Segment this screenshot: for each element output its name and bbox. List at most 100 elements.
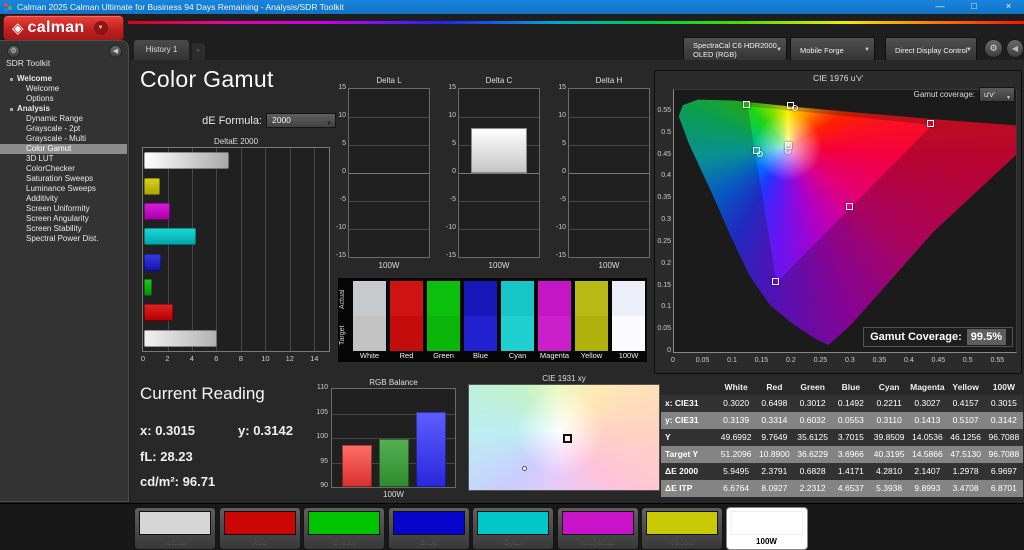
chevron-down-icon: ▼: [326, 121, 332, 127]
sidebar-item-dynamic-range[interactable]: Dynamic Range: [0, 114, 127, 124]
gridline: [349, 173, 429, 174]
sidebar-item-grayscale-2pt[interactable]: Grayscale - 2pt: [0, 124, 127, 134]
table-cell: 0.2211: [876, 398, 902, 408]
pattern-button-green[interactable]: Green: [303, 507, 385, 550]
table-cell: 0.3142: [990, 415, 1017, 425]
x-label: x:: [140, 423, 152, 438]
delta-x-label: 100W: [378, 261, 400, 270]
rgb-y-tick: 100: [316, 433, 328, 440]
cie1976-x-tick: 0.5: [962, 357, 973, 364]
pattern-button-yellow[interactable]: Yellow: [641, 507, 723, 550]
sidebar-item-color-gamut[interactable]: Color Gamut: [0, 144, 127, 154]
cie1976-x-tick: 0.05: [695, 357, 710, 364]
app-icon: [8, 6, 12, 10]
sidebar-item-colorchecker[interactable]: ColorChecker: [0, 164, 127, 174]
deltae-bar-white: [144, 329, 217, 347]
sidebar-item-options[interactable]: Options: [0, 94, 127, 104]
maximize-button[interactable]: □: [959, 0, 989, 14]
de-formula-value: 2000: [272, 115, 291, 125]
sidebar-item-analysis[interactable]: Analysis: [0, 104, 127, 114]
table-cell: 51.2096: [720, 449, 752, 459]
pattern-swatch-red: [223, 511, 296, 535]
swatch-label-100w: 100W: [618, 351, 639, 360]
de-formula-select[interactable]: 2000 ▼: [266, 113, 336, 128]
table-cell: 3.7015: [837, 432, 864, 442]
sidebar-item-spectral-power-dist[interactable]: Spectral Power Dist.: [0, 234, 127, 244]
cie1976-y-tick: 0.1: [661, 303, 671, 311]
deltae-bar-green: [144, 279, 153, 297]
sidebar: ⚙ ◀ SDR Toolkit Welcome Welcome Options Ana…: [0, 40, 129, 502]
sidebar-item-saturation-sweeps[interactable]: Saturation Sweeps: [0, 174, 127, 184]
table-cell: 35.6125: [797, 432, 828, 442]
pattern-label: Cyan: [503, 537, 523, 546]
sidebar-item-welcome[interactable]: Welcome: [0, 84, 127, 94]
swatch-target-red: [390, 316, 423, 351]
delta-y-tick: -15: [335, 252, 346, 259]
meter-name: SpectraCal C6 HDR2000: [693, 41, 777, 50]
swatch-actual-cyan: [501, 281, 534, 316]
pattern-button-cyan[interactable]: Cyan: [472, 507, 554, 550]
pattern-button-blue[interactable]: Blue: [387, 507, 470, 550]
display-control-dropdown[interactable]: Direct Display Control ▼: [885, 37, 977, 61]
sidebar-item-3d-lut[interactable]: 3D LUT: [0, 154, 127, 164]
deltae-bar-blue: [144, 253, 162, 271]
table-row-label: y: CIE31: [665, 415, 699, 425]
sidebar-item-screen-stability[interactable]: Screen Stability: [0, 224, 127, 234]
cie1976-x-tick: 0.2: [786, 357, 796, 364]
pattern-bar: ◀ Back Next ▶ WhiteRedGreenBlueCyanMagen…: [0, 503, 1024, 550]
sidebar-item-screen-angularity[interactable]: Screen Angularity: [0, 214, 127, 224]
fl-label: fL:: [140, 449, 157, 464]
table-corner-cell: [661, 380, 717, 395]
pattern-button-white[interactable]: White: [134, 507, 216, 550]
sidebar-gear-icon[interactable]: ⚙: [7, 45, 20, 58]
sidebar-collapse-icon[interactable]: ◀: [109, 45, 122, 58]
spectrum-divider: [128, 21, 1024, 24]
pattern-button-100w[interactable]: 100W: [725, 507, 808, 550]
delta-y-tick: 10: [558, 112, 566, 119]
delta-y-tick: -5: [339, 196, 346, 203]
table-cell: 0.5107: [952, 415, 979, 425]
rgb-balance-title: RGB Balance: [369, 378, 418, 387]
collapse-panel-button[interactable]: ◀: [1006, 39, 1024, 58]
swatch-target-cyan: [501, 316, 534, 351]
meter-mode: OLED (RGB): [693, 50, 737, 59]
tab-stub[interactable]: ▸: [192, 43, 205, 60]
close-button[interactable]: ×: [993, 0, 1024, 14]
table-cell: 14.0536: [912, 432, 943, 442]
swatch-actual-yellow: [575, 281, 608, 316]
delta-chart-delta-c: [458, 88, 540, 258]
pattern-button-magenta[interactable]: Magenta: [556, 507, 639, 550]
calman-menu-button[interactable]: ◈ calman ▼: [3, 15, 124, 41]
pattern-label: Yellow: [669, 537, 695, 546]
cie1976-y-tick: 0.3: [661, 216, 671, 223]
cie1976-x-tick: 0.55: [990, 357, 1005, 364]
source-dropdown[interactable]: Mobile Forge ▼: [790, 37, 875, 61]
app-icon: [4, 8, 8, 12]
meter-dropdown[interactable]: SpectraCal C6 HDR2000 OLED (RGB) ▼: [683, 37, 787, 61]
delta-chart-title-delta-h: Delta H: [595, 76, 623, 85]
cie1976-x-tick: 0.4: [904, 357, 914, 364]
sidebar-tree: Welcome Welcome Options Analysis Dynamic Ran…: [0, 74, 127, 244]
sidebar-item-welcome[interactable]: Welcome: [0, 74, 127, 84]
pattern-button-red[interactable]: Red: [218, 507, 301, 550]
sidebar-item-screen-uniformity[interactable]: Screen Uniformity: [0, 204, 127, 214]
gridline: [314, 148, 316, 351]
cie1931-chart: [468, 384, 660, 491]
sidebar-item-luminance-sweeps[interactable]: Luminance Sweeps: [0, 184, 127, 194]
table-cell: 10.8900: [759, 449, 790, 459]
pattern-label: Red: [251, 537, 268, 546]
minimize-button[interactable]: —: [925, 0, 955, 14]
settings-gear-button[interactable]: ⚙: [984, 39, 1003, 58]
table-cell: 5.3938: [876, 483, 903, 493]
gridline: [349, 229, 429, 230]
table-row-label: Y: [665, 432, 671, 442]
gamut-coverage-select[interactable]: u'v' ▼: [979, 87, 1015, 102]
table-cell: 0.3139: [723, 415, 750, 425]
deltae-chart-title: DeltaE 2000: [213, 137, 259, 146]
tab-history-1[interactable]: History 1: [133, 39, 190, 60]
cie1976-y-tick: 0.5: [661, 128, 671, 136]
table-col-yellow: Yellow: [952, 382, 979, 392]
sidebar-item-additivity[interactable]: Additivity: [0, 194, 127, 204]
sidebar-item-grayscale-multi[interactable]: Grayscale - Multi: [0, 134, 127, 144]
table-row-x-cie31: x: CIE31 0.3020 0.6498 0.3012 0.1492 0.2211 0.…: [661, 395, 1023, 412]
